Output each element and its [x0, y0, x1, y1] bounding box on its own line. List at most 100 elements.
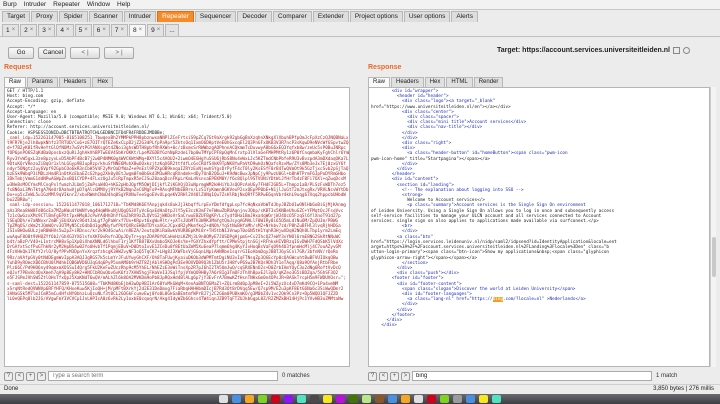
dock-app-icon[interactable]	[245, 395, 254, 403]
repeater-tab-label: 6	[96, 27, 101, 34]
tab-comparer[interactable]: Comparer	[272, 11, 312, 22]
close-icon[interactable]: ×	[84, 25, 88, 36]
request-cookie-line: lL0eQEPq8lb2JG/AVgwFmY3VCVCp1JnLHPIcA0z6…	[7, 297, 344, 303]
dock-app-icon[interactable]	[297, 395, 306, 403]
tab-extender[interactable]: Extender	[312, 11, 349, 22]
tab-user-options[interactable]: User options	[403, 11, 451, 22]
dock-app-icon[interactable]	[349, 395, 358, 403]
dock-app-icon[interactable]	[427, 395, 436, 403]
repeater-tab-10[interactable]: ...	[165, 24, 179, 36]
repeater-tab-label: 1	[6, 27, 10, 34]
tab-spider[interactable]: Spider	[58, 11, 88, 22]
close-icon[interactable]: ×	[120, 25, 124, 36]
next-match-icon[interactable]: >	[37, 371, 46, 381]
repeater-tab-2[interactable]: 2 ×	[20, 24, 38, 36]
response-tab-html[interactable]: HTML	[446, 77, 473, 87]
dock-app-icon[interactable]	[414, 395, 423, 403]
repeater-tab-3[interactable]: 3 ×	[38, 24, 56, 36]
dock-app-icon[interactable]	[401, 395, 410, 403]
response-tab-raw[interactable]: Raw	[368, 77, 391, 87]
close-icon[interactable]: ×	[66, 25, 70, 36]
menu-item-intruder[interactable]: Intruder	[24, 1, 46, 8]
dock-app-icon[interactable]	[388, 395, 397, 403]
menu-item-window[interactable]: Window	[87, 1, 110, 8]
menu-item-help[interactable]: Help	[117, 1, 130, 8]
close-icon[interactable]: ×	[30, 25, 34, 36]
previous-match-icon[interactable]: <	[15, 371, 24, 381]
request-search-input[interactable]	[48, 371, 278, 381]
tab-scanner[interactable]: Scanner	[88, 11, 123, 22]
dock-app-icon[interactable]	[492, 395, 501, 403]
dock-app-icon[interactable]	[232, 395, 241, 403]
tab-target[interactable]: Target	[2, 11, 31, 22]
dock-app-icon[interactable]	[453, 395, 462, 403]
dock-app-icon[interactable]	[466, 395, 475, 403]
request-tab-raw[interactable]: Raw	[4, 77, 27, 87]
response-scrollbar[interactable]	[710, 87, 716, 367]
dock-app-icon[interactable]	[310, 395, 319, 403]
response-search-input[interactable]	[412, 371, 652, 381]
status-left: Done	[4, 386, 19, 392]
repeater-tab-7[interactable]: 7 ×	[110, 24, 128, 36]
dock-app-icon[interactable]	[362, 395, 371, 403]
repeater-tab-6[interactable]: 6 ×	[92, 24, 110, 36]
go-button[interactable]: Go	[8, 47, 34, 59]
search-match-highlight: bing	[492, 297, 503, 303]
dock-app-icon[interactable]	[271, 395, 280, 403]
request-tab-headers[interactable]: Headers	[58, 77, 92, 87]
repeater-tab-label: 2	[24, 27, 28, 34]
response-tab-headers[interactable]: Headers	[391, 77, 424, 87]
close-icon[interactable]: ×	[12, 25, 16, 36]
close-icon[interactable]: ×	[157, 25, 161, 36]
target-label[interactable]: Target: https://account.services.univers…	[497, 47, 690, 54]
response-editor[interactable]: <div id="wrapper"> <header id="header"> …	[368, 87, 710, 367]
scrollbar-thumb[interactable]	[712, 237, 716, 277]
menu-item-repeater[interactable]: Repeater	[53, 1, 80, 8]
add-icon[interactable]: +	[390, 371, 399, 381]
help-icon[interactable]: ?	[4, 371, 13, 381]
response-tab-hex[interactable]: Hex	[424, 77, 446, 87]
add-icon[interactable]: +	[26, 371, 35, 381]
tab-project-options[interactable]: Project options	[349, 11, 403, 22]
dock-app-icon[interactable]	[323, 395, 332, 403]
request-tab-hex[interactable]: Hex	[92, 77, 114, 87]
repeater-tab-8[interactable]: 8 ×	[128, 24, 147, 36]
dock	[0, 394, 720, 404]
repeater-tab-4[interactable]: 4 ×	[56, 24, 74, 36]
close-icon[interactable]: ×	[48, 25, 52, 36]
help-icon[interactable]	[683, 47, 690, 54]
forward-button[interactable]: > |	[104, 47, 134, 59]
help-icon[interactable]: ?	[368, 371, 377, 381]
repeater-tab-5[interactable]: 5 ×	[74, 24, 92, 36]
close-icon[interactable]: ×	[102, 25, 106, 36]
dock-app-icon[interactable]	[375, 395, 384, 403]
repeater-tab-bar: 1 × 2 × 3 × 4 × 5 × 6 × 7 × 8 × 9 ×...	[0, 24, 720, 37]
dock-app-icon[interactable]	[336, 395, 345, 403]
previous-match-icon[interactable]: <	[379, 371, 388, 381]
tab-repeater[interactable]: Repeater	[157, 11, 194, 22]
request-title: Request	[4, 64, 32, 71]
request-cookie-line: 9Rz/aVAfpGVy0tNdDEgmWvIppA3AQJ3gRGS7k5cL…	[7, 255, 339, 261]
repeater-tab-1[interactable]: 1 ×	[2, 24, 20, 36]
menu-item-burp[interactable]: Burp	[3, 1, 17, 8]
request-tab-params[interactable]: Params	[27, 77, 58, 87]
target-text: Target: https://account.services.univers…	[497, 47, 670, 54]
next-match-icon[interactable]: >	[401, 371, 410, 381]
dock-app-icon[interactable]	[479, 395, 488, 403]
response-tab-render[interactable]: Render	[473, 77, 504, 87]
dock-app-icon[interactable]	[258, 395, 267, 403]
dock-app-icon[interactable]	[440, 395, 449, 403]
tab-alerts[interactable]: Alerts	[451, 11, 478, 22]
tab-proxy[interactable]: Proxy	[31, 11, 58, 22]
repeater-tab-9[interactable]: 9 ×	[147, 24, 165, 36]
edit-target-icon[interactable]	[673, 47, 680, 54]
tab-sequencer[interactable]: Sequencer	[194, 11, 237, 22]
close-icon[interactable]: ×	[139, 25, 143, 36]
tab-decoder[interactable]: Decoder	[237, 11, 272, 22]
dock-app-icon[interactable]	[284, 395, 293, 403]
tab-intruder[interactable]: Intruder	[123, 11, 157, 22]
cancel-button[interactable]: Cancel	[38, 47, 66, 59]
dock-app-icon[interactable]	[219, 395, 228, 403]
back-button[interactable]: < |	[70, 47, 100, 59]
request-editor[interactable]: GET / HTTP/1.1 Host: bing.com Accept-Encod…	[4, 87, 350, 367]
